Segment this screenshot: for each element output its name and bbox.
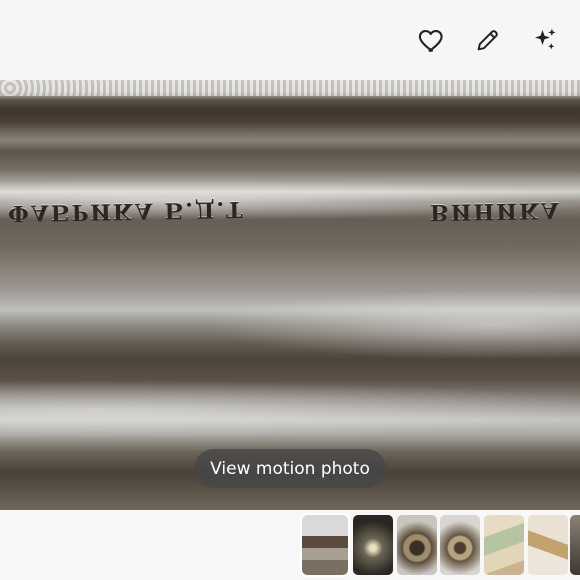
engraved-text: ФАБРИКА Б.Д.Т <box>7 195 245 227</box>
metal-sheen <box>0 380 580 440</box>
lace-background <box>0 80 580 96</box>
thumbnail[interactable] <box>353 515 393 575</box>
metal-sheen <box>200 290 580 360</box>
edit-button[interactable] <box>470 22 506 58</box>
sparkle-icon <box>535 28 556 50</box>
heart-outline-icon <box>418 29 443 52</box>
favorite-button[interactable] <box>414 22 450 58</box>
main-photo[interactable]: ФАБРИКА Б.Д.Т ВИНИКА View motion photo <box>0 80 580 510</box>
effects-button[interactable] <box>527 22 563 58</box>
thumbnail[interactable] <box>397 515 437 575</box>
filmstrip <box>0 510 580 580</box>
pencil-icon <box>477 30 498 51</box>
top-toolbar <box>0 0 580 80</box>
thumbnail[interactable] <box>300 513 350 577</box>
thumbnail[interactable] <box>440 515 480 575</box>
engraved-text: ВИНИКА <box>429 196 562 226</box>
view-motion-photo-button[interactable]: View motion photo <box>194 449 386 488</box>
thumbnail[interactable] <box>528 515 568 575</box>
thumbnail[interactable] <box>570 515 580 575</box>
thumbnail[interactable] <box>484 515 524 575</box>
